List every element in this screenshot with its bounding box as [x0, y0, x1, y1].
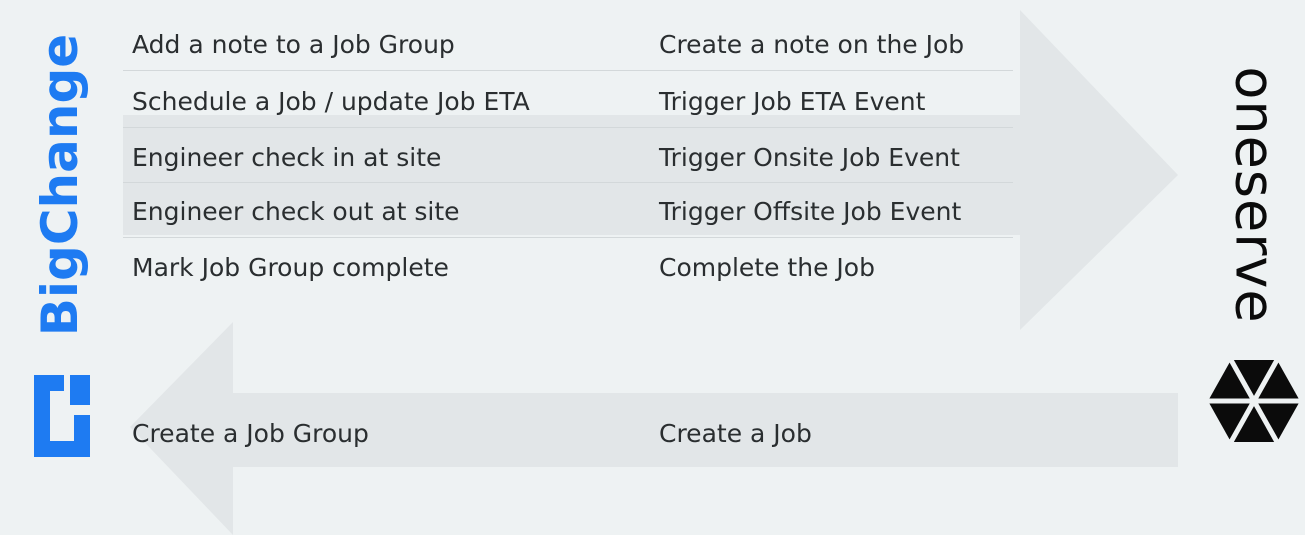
bigchange-action: Schedule a Job / update Job ETA	[132, 87, 530, 116]
row-divider	[123, 127, 1013, 128]
bigchange-action: Engineer check in at site	[132, 143, 442, 172]
oneserve-wordmark: oneserve	[1223, 66, 1287, 324]
bigchange-wordmark: BigChange	[31, 33, 89, 337]
oneserve-action: Create a Job	[659, 419, 812, 448]
oneserve-action: Trigger Onsite Job Event	[659, 143, 960, 172]
bigchange-logo-icon	[34, 375, 90, 457]
row-divider	[123, 182, 1013, 183]
oneserve-action: Trigger Offsite Job Event	[659, 197, 962, 226]
bigchange-action: Create a Job Group	[132, 419, 369, 448]
oneserve-hexagon-icon	[1208, 360, 1300, 442]
bigchange-action: Mark Job Group complete	[132, 253, 449, 282]
bigchange-action: Engineer check out at site	[132, 197, 460, 226]
row-divider	[123, 70, 1013, 71]
bigchange-action: Add a note to a Job Group	[132, 30, 455, 59]
row-divider	[123, 237, 1013, 238]
bigchange-brand: BigChange	[0, 0, 100, 535]
oneserve-action: Create a note on the Job	[659, 30, 965, 59]
oneserve-action: Trigger Job ETA Event	[659, 87, 926, 116]
oneserve-action: Complete the Job	[659, 253, 875, 282]
